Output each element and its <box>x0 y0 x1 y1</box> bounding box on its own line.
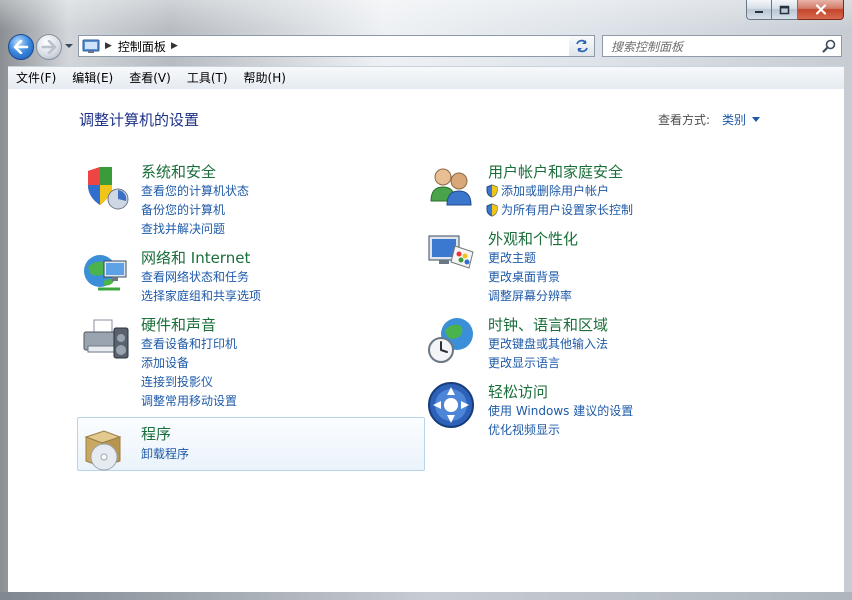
category-title[interactable]: 时钟、语言和区域 <box>488 314 608 335</box>
arrow-right-icon <box>41 40 57 54</box>
link-recommended-settings[interactable]: 使用 Windows 建议的设置 <box>488 402 633 419</box>
menu-tools[interactable]: 工具(T) <box>179 67 236 89</box>
breadcrumb-control-panel[interactable]: 控制面板 <box>118 38 166 55</box>
monitor-palette-icon <box>428 235 474 269</box>
menu-view[interactable]: 查看(V) <box>121 67 179 89</box>
page-title: 调整计算机的设置 <box>79 111 200 129</box>
users-icon <box>430 168 472 206</box>
ease-of-access-icon <box>428 382 474 428</box>
link-uninstall[interactable]: 卸载程序 <box>141 445 189 462</box>
menu-bar: 文件(F) 编辑(E) 查看(V) 工具(T) 帮助(H) <box>8 66 844 90</box>
menu-help[interactable]: 帮助(H) <box>236 67 294 89</box>
address-bar[interactable]: ▶ 控制面板 ▶ <box>78 35 594 57</box>
link-label[interactable]: 添加或删除用户帐户 <box>501 182 609 199</box>
link-parental-controls[interactable]: 为所有用户设置家长控制 <box>486 201 633 218</box>
link-backup[interactable]: 备份您的计算机 <box>141 201 225 218</box>
category-title[interactable]: 网络和 Internet <box>141 247 250 268</box>
category-title[interactable]: 用户帐户和家庭安全 <box>488 161 623 182</box>
chevron-down-icon <box>752 117 761 122</box>
back-button[interactable] <box>8 34 34 60</box>
clock-globe-icon <box>428 318 473 363</box>
network-globe-icon <box>84 255 127 291</box>
link-network-status[interactable]: 查看网络状态和任务 <box>141 268 249 285</box>
close-button[interactable] <box>798 0 844 20</box>
link-screen-resolution[interactable]: 调整屏幕分辨率 <box>488 287 572 304</box>
control-panel-icon <box>82 39 100 53</box>
refresh-button[interactable] <box>569 35 595 57</box>
search-box[interactable] <box>602 35 842 57</box>
category-title[interactable]: 硬件和声音 <box>141 314 216 335</box>
link-add-remove-users[interactable]: 添加或删除用户帐户 <box>486 182 609 199</box>
refresh-icon <box>575 39 588 53</box>
category-title[interactable]: 外观和个性化 <box>488 228 578 249</box>
printer-speaker-icon <box>83 319 129 359</box>
forward-button[interactable] <box>36 34 62 60</box>
breadcrumb-separator-icon[interactable]: ▶ <box>171 41 178 51</box>
link-desktop-background[interactable]: 更改桌面背景 <box>488 268 560 285</box>
recent-pages-chevron-icon[interactable] <box>64 42 74 50</box>
link-keyboard-input[interactable]: 更改键盘或其他输入法 <box>488 335 608 352</box>
link-optimize-display[interactable]: 优化视频显示 <box>488 421 560 438</box>
link-projector[interactable]: 连接到投影仪 <box>141 373 213 390</box>
close-icon <box>815 4 826 15</box>
shield-security-icon <box>88 167 129 210</box>
content-pane: 调整计算机的设置 查看方式: 类别 系统和安全 查看您的计算机状态 备份您的计算… <box>8 89 844 592</box>
link-add-device[interactable]: 添加设备 <box>141 354 189 371</box>
minimize-button[interactable] <box>746 0 772 20</box>
link-display-language[interactable]: 更改显示语言 <box>488 354 560 371</box>
link-view-status[interactable]: 查看您的计算机状态 <box>141 182 249 199</box>
link-change-theme[interactable]: 更改主题 <box>488 249 536 266</box>
search-icon[interactable] <box>822 39 836 53</box>
arrow-left-icon <box>13 40 29 54</box>
maximize-icon <box>779 5 790 14</box>
maximize-button[interactable] <box>772 0 798 20</box>
view-by-dropdown[interactable]: 类别 <box>722 111 761 128</box>
view-by-label: 查看方式: <box>658 113 711 127</box>
category-title[interactable]: 程序 <box>141 423 171 444</box>
menu-file[interactable]: 文件(F) <box>8 67 64 89</box>
window-bottom-border <box>0 592 852 600</box>
view-by-value[interactable]: 类别 <box>722 111 746 128</box>
link-homegroup[interactable]: 选择家庭组和共享选项 <box>141 287 261 304</box>
uac-shield-icon <box>486 183 498 198</box>
link-devices-printers[interactable]: 查看设备和打印机 <box>141 335 237 352</box>
link-mobility[interactable]: 调整常用移动设置 <box>141 392 237 409</box>
uac-shield-icon <box>486 202 498 217</box>
programs-disc-icon <box>84 430 122 471</box>
breadcrumb-separator-icon: ▶ <box>105 41 112 51</box>
category-title[interactable]: 轻松访问 <box>488 381 548 402</box>
menu-edit[interactable]: 编辑(E) <box>64 67 121 89</box>
minimize-icon <box>755 10 763 13</box>
link-troubleshoot[interactable]: 查找并解决问题 <box>141 220 225 237</box>
navigation-bar: ▶ 控制面板 ▶ <box>0 30 852 62</box>
caption-buttons <box>746 0 844 21</box>
search-input[interactable] <box>609 37 819 57</box>
category-title[interactable]: 系统和安全 <box>141 161 216 182</box>
link-label[interactable]: 为所有用户设置家长控制 <box>501 201 633 218</box>
